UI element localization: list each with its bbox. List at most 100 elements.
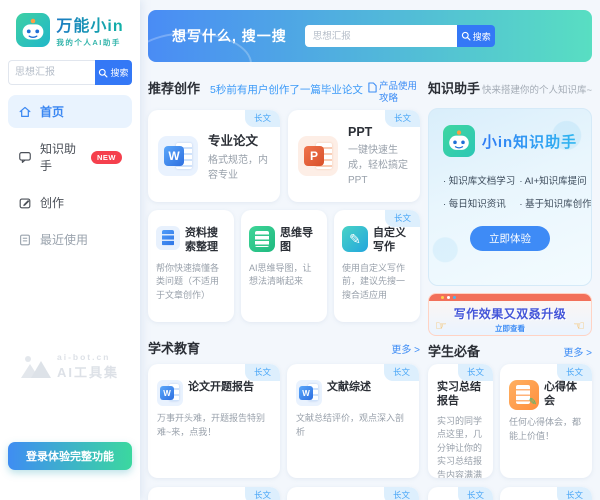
card-title: 自定义写作 bbox=[373, 226, 412, 255]
card-title: 思维导图 bbox=[280, 226, 319, 255]
edit-icon bbox=[18, 196, 32, 210]
card-desc: 文献总结评价，观点深入剖析 bbox=[296, 412, 410, 439]
chat-icon bbox=[18, 150, 32, 164]
new-badge: NEW bbox=[91, 151, 122, 164]
try-now-button[interactable]: 立即体验 bbox=[470, 226, 550, 251]
knowledge-column: 知识助手 快来搭建你的个人知识库~ bbox=[428, 78, 592, 500]
home-icon bbox=[18, 105, 32, 119]
card-partial[interactable]: 长文 bbox=[500, 487, 592, 500]
long-form-badge: 长文 bbox=[557, 487, 592, 500]
long-form-badge: 长文 bbox=[458, 364, 493, 381]
student-section-title: 学生必备 bbox=[428, 341, 480, 360]
sidebar-menu: 首页 知识助手 NEW 创作 bbox=[8, 95, 132, 256]
long-form-badge: 长文 bbox=[557, 364, 592, 381]
note-pen-icon: ✎ bbox=[509, 380, 539, 410]
banner-search-label: 搜索 bbox=[473, 30, 491, 43]
sidebar-item-home[interactable]: 首页 bbox=[8, 95, 132, 128]
card-desc: 任何心得体会，都能上价值！ bbox=[509, 416, 583, 443]
knowledge-feature: · AI+知识库提问 bbox=[519, 173, 591, 187]
promo-decoration bbox=[453, 296, 456, 299]
app-subtitle: 我的个人AI助手 bbox=[56, 37, 123, 48]
watermark: ai-bot.cn AI工具集 bbox=[8, 352, 132, 381]
card-thesis-proposal[interactable]: 长文 W 论文开题报告 万事开头难，开题报告特别难~来，点我！ bbox=[148, 364, 280, 478]
sidebar-item-knowledge[interactable]: 知识助手 NEW bbox=[8, 132, 132, 182]
card-custom-writing[interactable]: 长文 ✎ 自定义写作 使用自定义写作前，建议先搜一搜合适应用 bbox=[334, 210, 420, 322]
ppt-icon: P bbox=[298, 136, 338, 176]
card-desc: 帮你快速搞懂各类问题（不适用于文章创作） bbox=[156, 262, 226, 303]
recent-doc-icon bbox=[18, 233, 32, 247]
promo-title: 写作效果又双叒升级 bbox=[429, 305, 591, 322]
card-desc: 一键快速生成，轻松搞定PPT bbox=[348, 143, 410, 188]
academic-section-title: 学术教育 bbox=[148, 338, 200, 357]
knowledge-feature: · 知识库文档学习 bbox=[443, 173, 515, 187]
card-desc: 使用自定义写作前，建议先搜一搜合适应用 bbox=[342, 262, 412, 303]
sidebar-item-label: 知识助手 bbox=[40, 140, 83, 174]
word-doc-icon: W bbox=[296, 380, 322, 406]
card-title: 资料搜索整理 bbox=[185, 226, 226, 255]
card-desc: AI思维导图，让想法清晰起来 bbox=[249, 262, 319, 289]
knowledge-assistant-card[interactable]: 小in知识助手 · 知识库文档学习 · AI+知识库提问 · 每日知识资讯 · … bbox=[428, 108, 592, 286]
sidebar-item-label: 创作 bbox=[40, 194, 64, 211]
banner-title: 想写什么, 搜一搜 bbox=[172, 26, 287, 46]
student-more-link[interactable]: 更多 > bbox=[563, 344, 592, 359]
hero-banner: 想写什么, 搜一搜 搜索 bbox=[148, 10, 592, 62]
promo-banner[interactable]: 写作效果又双叒升级 立即查看 ☞ ☜ bbox=[428, 293, 592, 336]
card-partial[interactable]: 长文 bbox=[428, 487, 493, 500]
promo-decoration bbox=[447, 296, 450, 299]
app-logo: 万能小in 我的个人AI助手 bbox=[8, 8, 132, 56]
card-mindmap[interactable]: 思维导图 AI思维导图，让想法清晰起来 bbox=[241, 210, 327, 322]
guide-label: 产品使用攻略 bbox=[379, 81, 420, 106]
knowledge-card-title: 小in知识助手 bbox=[482, 131, 577, 152]
long-form-badge: 长文 bbox=[384, 364, 419, 381]
card-internship-report[interactable]: 长文 实习总结报告 实习的同学点这里，几分钟让你的实习总结报告内容满满 bbox=[428, 364, 493, 478]
main-area: 想写什么, 搜一搜 搜索 推荐创作 5秒前有用户创作了一篇毕业论文 bbox=[140, 0, 600, 500]
card-material-search[interactable]: 资料搜索整理 帮你快速搞懂各类问题（不适用于文章创作） bbox=[148, 210, 234, 322]
long-form-badge: 长文 bbox=[385, 210, 420, 227]
card-desc: 格式规范，内容专业 bbox=[208, 153, 270, 183]
card-literature-review[interactable]: 长文 W 文献综述 文献总结评价，观点深入剖析 bbox=[287, 364, 419, 478]
card-title: 论文开题报告 bbox=[188, 380, 254, 394]
card-reflections[interactable]: 长文 ✎ 心得体会 任何心得体会，都能上价值！ bbox=[500, 364, 592, 478]
academic-more-link[interactable]: 更多 > bbox=[391, 341, 420, 356]
knowledge-section-title: 知识助手 bbox=[428, 78, 480, 97]
sidebar-search-label: 搜索 bbox=[110, 66, 128, 79]
long-form-badge: 长文 bbox=[384, 487, 419, 500]
card-title: 文献综述 bbox=[327, 380, 371, 394]
banner-search-input[interactable] bbox=[305, 25, 457, 47]
card-desc: 万事开头难，开题报告特别难~来，点我！ bbox=[157, 412, 271, 439]
card-partial[interactable]: 长文 bbox=[148, 487, 280, 500]
watermark-line1: ai-bot.cn bbox=[57, 352, 119, 362]
long-form-badge: 长文 bbox=[245, 487, 280, 500]
watermark-line2: AI工具集 bbox=[57, 362, 119, 381]
search-icon bbox=[461, 31, 471, 41]
doc-search-icon bbox=[156, 226, 180, 250]
pointing-hand-icon: ☞ bbox=[435, 318, 447, 334]
sidebar-item-label: 最近使用 bbox=[40, 231, 88, 248]
mindmap-icon bbox=[249, 226, 275, 252]
search-icon bbox=[98, 68, 108, 78]
robot-logo-icon bbox=[443, 125, 475, 157]
sidebar-item-recent[interactable]: 最近使用 bbox=[8, 223, 132, 256]
sidebar-search-button[interactable]: 搜索 bbox=[95, 60, 132, 85]
banner-search-button[interactable]: 搜索 bbox=[457, 25, 495, 47]
long-form-badge: 长文 bbox=[245, 364, 280, 381]
sidebar: 万能小in 我的个人AI助手 搜索 首页 bbox=[0, 0, 140, 500]
sidebar-item-label: 首页 bbox=[40, 103, 64, 120]
product-guide-link[interactable]: 产品使用攻略 bbox=[368, 81, 420, 106]
login-button[interactable]: 登录体验完整功能 bbox=[8, 442, 132, 470]
sidebar-item-create[interactable]: 创作 bbox=[8, 186, 132, 219]
long-form-badge: 长文 bbox=[385, 110, 420, 127]
word-doc-icon: W bbox=[157, 380, 183, 406]
promo-subtitle: 立即查看 bbox=[429, 323, 591, 334]
card-partial[interactable]: 长文 bbox=[287, 487, 419, 500]
card-professional-paper[interactable]: 长文 W 专业论文 格式规范，内容专业 bbox=[148, 110, 280, 202]
pencil-icon: ✎ bbox=[342, 226, 368, 252]
card-desc: 实习的同学点这里，几分钟让你的实习总结报告内容满满 bbox=[437, 415, 484, 478]
card-title: 专业论文 bbox=[208, 130, 270, 149]
app-window: 万能小in 我的个人AI助手 搜索 首页 bbox=[0, 0, 600, 500]
activity-ticker: 5秒前有用户创作了一篇毕业论文 bbox=[210, 82, 363, 97]
sidebar-search-input[interactable] bbox=[8, 60, 95, 85]
recommend-title: 推荐创作 bbox=[148, 78, 200, 97]
card-ppt[interactable]: 长文 P PPT 一键快速生成，轻松搞定PPT bbox=[288, 110, 420, 202]
app-title: 万能小in bbox=[56, 12, 123, 36]
